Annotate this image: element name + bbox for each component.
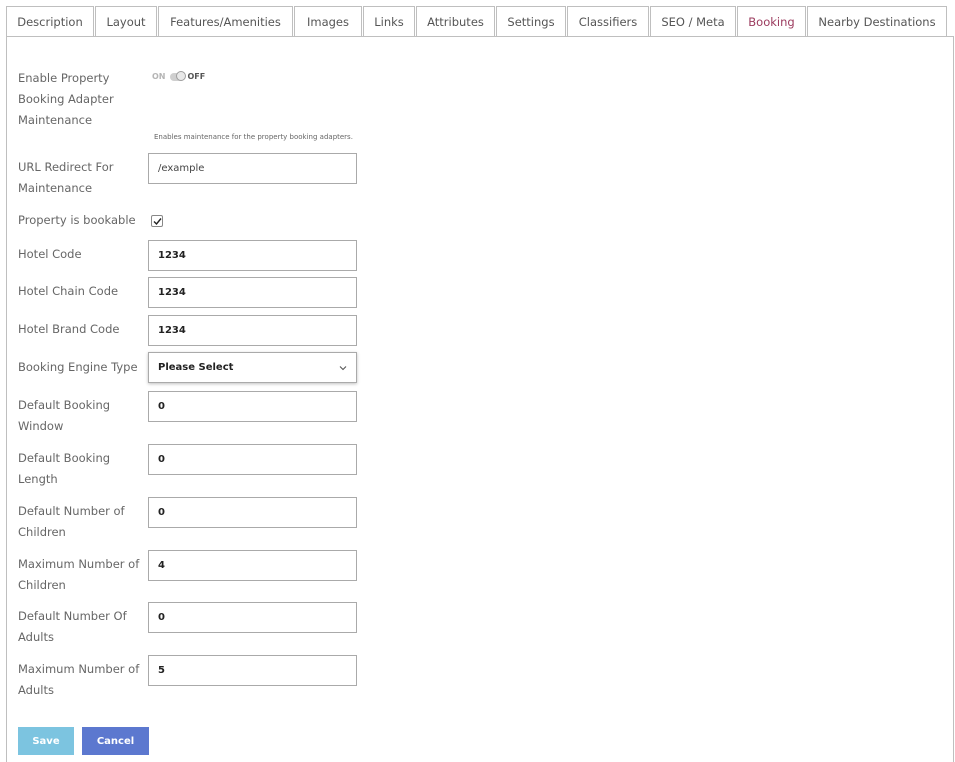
toggle-switch[interactable] (169, 70, 186, 81)
default-children-label: Default Number of Children (18, 501, 140, 543)
default-booking-window-label-line: Window (18, 419, 64, 433)
max-adults-label: Maximum Number of Adults (18, 659, 140, 701)
tab-bar: Description Layout Features/Amenities Im… (6, 6, 948, 36)
tab-layout[interactable]: Layout (95, 6, 157, 36)
maintenance-label-line: Booking Adapter (18, 92, 114, 106)
booking-engine-type-value: Please Select (158, 362, 234, 373)
maintenance-label-line: Enable Property (18, 71, 110, 85)
tab-images[interactable]: Images (294, 6, 362, 36)
max-children-input[interactable] (148, 550, 357, 581)
booking-engine-type-label: Booking Engine Type (18, 360, 138, 374)
tab-links[interactable]: Links (363, 6, 415, 36)
default-adults-label: Default Number Of Adults (18, 606, 140, 648)
toggle-on-label: ON (152, 72, 166, 81)
default-adults-input[interactable] (148, 602, 357, 633)
tab-classifiers[interactable]: Classifiers (567, 6, 649, 36)
maintenance-label: Enable Property Booking Adapter Maintena… (18, 68, 140, 131)
checkmark-icon (153, 218, 162, 226)
default-children-input[interactable] (148, 497, 357, 528)
toggle-knob (175, 70, 186, 81)
max-children-label-line: Children (18, 578, 66, 592)
max-children-label-line: Maximum Number of (18, 557, 140, 571)
default-children-label-line: Default Number of (18, 504, 125, 518)
save-button[interactable]: Save (18, 727, 74, 755)
url-redirect-input[interactable] (148, 153, 357, 184)
chevron-down-icon (339, 366, 347, 371)
default-booking-length-label-line: Length (18, 472, 58, 486)
default-booking-length-label: Default Booking Length (18, 448, 140, 490)
hotel-code-label: Hotel Code (18, 247, 82, 261)
toggle-off-label: OFF (187, 72, 206, 81)
max-adults-label-line: Adults (18, 683, 54, 697)
tab-seo-meta[interactable]: SEO / Meta (650, 6, 736, 36)
maintenance-hint: Enables maintenance for the property boo… (154, 133, 353, 141)
default-adults-label-line: Default Number Of (18, 609, 127, 623)
hotel-chain-code-input[interactable] (148, 277, 357, 308)
default-booking-window-label-line: Default Booking (18, 398, 111, 412)
cancel-button[interactable]: Cancel (82, 727, 149, 755)
url-redirect-label-line: Maintenance (18, 181, 93, 195)
hotel-chain-code-label: Hotel Chain Code (18, 284, 119, 298)
tab-features-amenities[interactable]: Features/Amenities (158, 6, 293, 36)
max-children-label: Maximum Number of Children (18, 554, 140, 596)
url-redirect-label: URL Redirect For Maintenance (18, 157, 140, 199)
default-booking-window-label: Default Booking Window (18, 395, 140, 437)
default-adults-label-line: Adults (18, 630, 54, 644)
maintenance-label-line: Maintenance (18, 113, 93, 127)
url-redirect-label-line: URL Redirect For (18, 160, 114, 174)
tab-description[interactable]: Description (6, 6, 94, 36)
default-booking-length-label-line: Default Booking (18, 451, 111, 465)
bookable-checkbox[interactable] (151, 215, 163, 227)
max-adults-label-line: Maximum Number of (18, 662, 140, 676)
default-booking-window-input[interactable] (148, 391, 357, 422)
default-children-label-line: Children (18, 525, 66, 539)
booking-engine-type-select[interactable]: Please Select (148, 352, 357, 383)
tab-booking[interactable]: Booking (737, 6, 806, 36)
bookable-label: Property is bookable (18, 213, 136, 227)
tab-attributes[interactable]: Attributes (416, 6, 495, 36)
tab-nearby-destinations[interactable]: Nearby Destinations (807, 6, 947, 36)
booking-settings-page: Description Layout Features/Amenities Im… (0, 0, 955, 762)
max-adults-input[interactable] (148, 655, 357, 686)
default-booking-length-input[interactable] (148, 444, 357, 475)
tab-settings[interactable]: Settings (496, 6, 566, 36)
hotel-code-input[interactable] (148, 240, 357, 271)
hotel-brand-code-input[interactable] (148, 315, 357, 346)
maintenance-toggle[interactable]: ON OFF (152, 70, 206, 81)
hotel-brand-code-label: Hotel Brand Code (18, 322, 120, 336)
